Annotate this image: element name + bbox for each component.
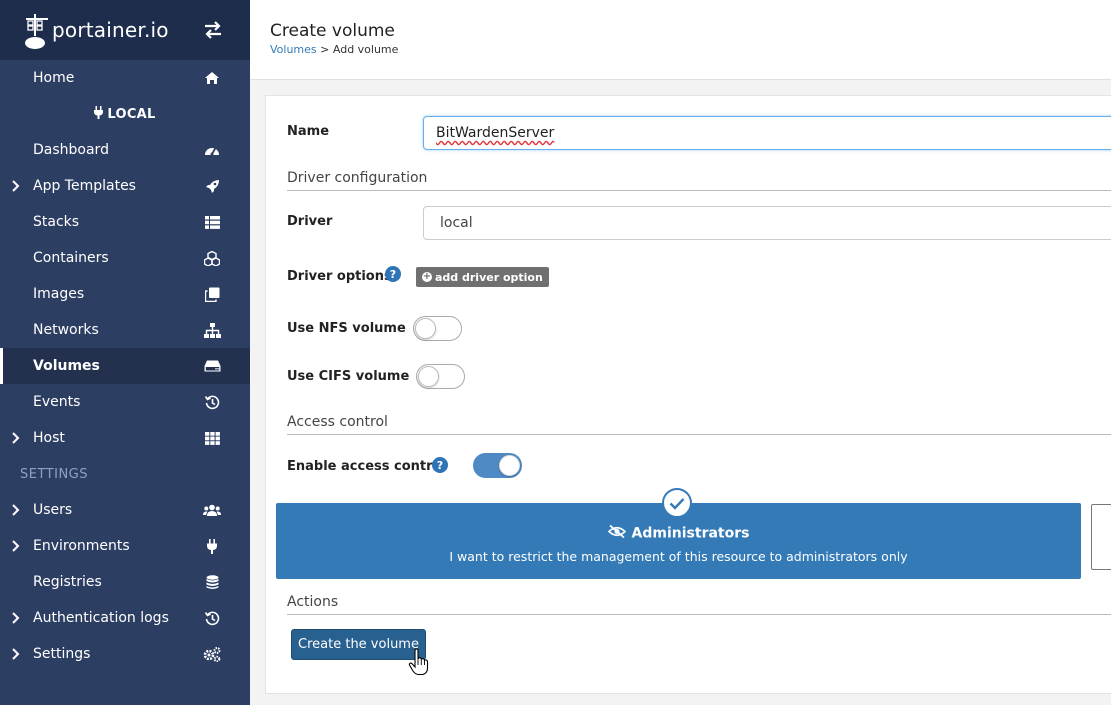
actions-heading: Actions [287,594,1111,615]
portainer-logo-icon[interactable] [24,10,50,50]
sidebar: portainer.io Home LOCAL Dashboard App Te… [0,0,250,705]
plus-circle-icon: + [422,271,432,282]
sidebar-item-environments[interactable]: Environments [0,528,250,564]
sidebar-item-dashboard[interactable]: Dashboard [0,132,250,168]
administrators-description: I want to restrict the management of thi… [449,549,908,564]
settings-nav: Users Environments Registries Authentica… [0,492,250,672]
chevron-right-icon [11,504,21,516]
sidebar-toggle-icon[interactable] [202,20,224,40]
cifs-volume-toggle[interactable] [416,364,465,389]
add-driver-option-button[interactable]: + add driver option [416,267,549,287]
history-icon [203,609,221,627]
sidebar-item-host[interactable]: Host [0,420,250,456]
th-icon [203,429,221,447]
users-icon [203,501,221,519]
check-icon [662,488,692,518]
name-label: Name [287,124,330,139]
sidebar-nav: Home [0,60,250,96]
home-icon [203,69,221,87]
sidebar-item-stacks[interactable]: Stacks [0,204,250,240]
driver-configuration-heading: Driver configuration [287,170,1111,191]
volume-name-input[interactable]: BitWardenServer [423,116,1111,150]
sidebar-item-home[interactable]: Home [0,60,250,96]
database-icon [203,573,221,591]
driver-select-value: local [440,215,473,231]
toggle-knob [418,366,439,387]
restricted-option-card[interactable] [1091,504,1111,570]
cubes-icon [203,249,221,267]
cifs-volume-label: Use CIFS volume [287,369,410,384]
th-list-icon [203,213,221,231]
clone-icon [203,285,221,303]
hdd-icon [203,357,221,375]
brand-header: portainer.io [0,0,250,60]
chevron-right-icon [11,432,21,444]
rocket-icon [203,177,221,195]
driver-label: Driver [287,214,333,229]
sidebar-item-volumes[interactable]: Volumes [0,348,250,384]
sidebar-item-networks[interactable]: Networks [0,312,250,348]
administrators-title-text: Administrators [631,525,750,542]
hand-pointer-cursor-icon [408,648,430,676]
nfs-volume-toggle[interactable] [413,316,462,341]
cogs-icon [203,645,221,663]
driver-select[interactable]: local [423,206,1111,240]
volume-name-value: BitWardenServer [436,125,555,141]
create-volume-button[interactable]: Create the volume [291,629,426,660]
settings-section-title: SETTINGS [20,466,89,482]
sidebar-item-users[interactable]: Users [0,492,250,528]
brand-name: portainer.io [52,18,169,42]
chevron-right-icon [11,180,21,192]
breadcrumb-current: Add volume [332,43,399,56]
enable-access-control-label: Enable access control [287,459,446,474]
sidebar-item-settings[interactable]: Settings [0,636,250,672]
add-driver-option-label: add driver option [435,270,543,284]
sidebar-item-events[interactable]: Events [0,384,250,420]
chevron-right-icon [11,540,21,552]
question-circle-icon[interactable]: ? [432,457,448,473]
administrators-title: Administrators [276,524,1081,542]
plug-icon [94,105,104,123]
page-title: Create volume [270,21,395,41]
access-control-heading: Access control [287,414,1111,435]
history-icon [203,393,221,411]
administrators-option-card[interactable]: Administrators I want to restrict the ma… [276,488,1081,579]
sidebar-item-app-templates[interactable]: App Templates [0,168,250,204]
breadcrumb-link-volumes[interactable]: Volumes [270,43,317,56]
eye-slash-icon [607,524,626,542]
access-control-toggle[interactable] [473,453,522,478]
environment-name: LOCAL [107,106,156,122]
tachometer-icon [203,141,221,159]
create-volume-form: Name BitWardenServer Driver configuratio… [265,95,1111,694]
page-header: Create volume Volumes > Add volume [250,0,1111,80]
toggle-knob [415,318,436,339]
chevron-right-icon [11,648,21,660]
breadcrumb: Volumes > Add volume [270,43,398,56]
breadcrumb-separator: > [316,43,333,56]
plug-icon [203,537,221,555]
chevron-right-icon [11,612,21,624]
sidebar-item-images[interactable]: Images [0,276,250,312]
nfs-volume-label: Use NFS volume [287,321,406,336]
sidebar-item-containers[interactable]: Containers [0,240,250,276]
environment-nav: Dashboard App Templates Stacks Container… [0,132,250,456]
driver-options-label: Driver options [287,269,392,284]
toggle-knob [499,455,520,476]
question-circle-icon[interactable]: ? [385,266,401,282]
sitemap-icon [203,321,221,339]
sidebar-item-authentication-logs[interactable]: Authentication logs [0,600,250,636]
sidebar-item-registries[interactable]: Registries [0,564,250,600]
environment-header: LOCAL [0,96,250,132]
